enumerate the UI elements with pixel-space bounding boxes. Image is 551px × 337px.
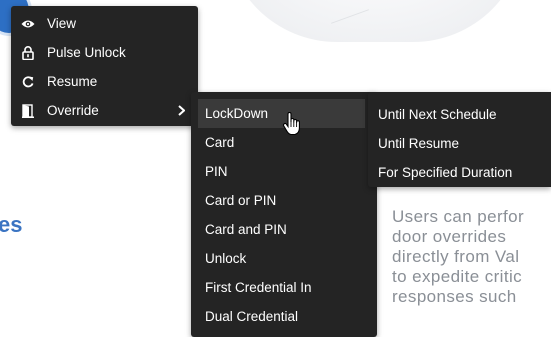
door-icon	[21, 103, 35, 118]
submenu-item-until-resume[interactable]: Until Resume	[368, 129, 551, 158]
submenu-item-for-specified-duration[interactable]: For Specified Duration	[368, 158, 551, 187]
submenu-item-label: LockDown	[205, 106, 269, 121]
page-heading-fragment: es	[0, 212, 23, 237]
refresh-icon	[21, 75, 35, 89]
padlock-open-icon	[21, 45, 35, 60]
submenu-item-card-or-pin[interactable]: Card or PIN	[191, 186, 377, 215]
submenu-item-until-next-schedule[interactable]: Until Next Schedule	[368, 100, 551, 129]
submenu-item-label: For Specified Duration	[378, 165, 513, 180]
submenu-item-unlock[interactable]: Unlock	[191, 244, 377, 273]
description-line: door overrides	[392, 227, 507, 246]
duration-submenu: Until Next Schedule Until Resume For Spe…	[368, 92, 551, 187]
submenu-item-label: Until Next Schedule	[378, 107, 497, 122]
submenu-item-label: Card and PIN	[205, 222, 287, 237]
submenu-item-card-and-pin[interactable]: Card and PIN	[191, 215, 377, 244]
submenu-item-label: PIN	[205, 164, 228, 179]
submenu-item-label: Dual Credential	[205, 309, 299, 324]
menu-item-label: Resume	[47, 74, 98, 89]
menu-item-label: View	[47, 16, 77, 31]
menu-item-label: Override	[47, 103, 99, 118]
hand-pointer-cursor-icon	[282, 111, 302, 141]
description-line: directly from Val	[392, 247, 520, 266]
submenu-item-dual-credential[interactable]: Dual Credential	[191, 302, 377, 331]
submenu-item-label: First Credential In	[205, 280, 312, 295]
submenu-item-label: Until Resume	[378, 136, 460, 151]
door-context-menu: View Pulse Unlock Resume Override	[11, 6, 198, 126]
menu-item-view[interactable]: View	[11, 9, 198, 38]
eye-icon	[21, 17, 35, 31]
description-line: to expedite critic	[392, 267, 523, 286]
menu-item-pulse-unlock[interactable]: Pulse Unlock	[11, 38, 198, 67]
menu-item-override[interactable]: Override	[11, 96, 198, 125]
submenu-item-label: Card	[205, 135, 235, 150]
menu-item-resume[interactable]: Resume	[11, 67, 198, 96]
feature-description: Users can perfor door overrides directly…	[392, 207, 551, 307]
background-graphic	[225, 0, 525, 42]
submenu-item-label: Unlock	[205, 251, 247, 266]
chevron-right-icon	[178, 104, 186, 119]
submenu-item-pin[interactable]: PIN	[191, 157, 377, 186]
menu-item-label: Pulse Unlock	[47, 45, 126, 60]
description-line: responses such	[392, 287, 517, 306]
submenu-item-label: Card or PIN	[205, 193, 277, 208]
submenu-item-first-credential-in[interactable]: First Credential In	[191, 273, 377, 302]
description-line: Users can perfor	[392, 207, 525, 226]
